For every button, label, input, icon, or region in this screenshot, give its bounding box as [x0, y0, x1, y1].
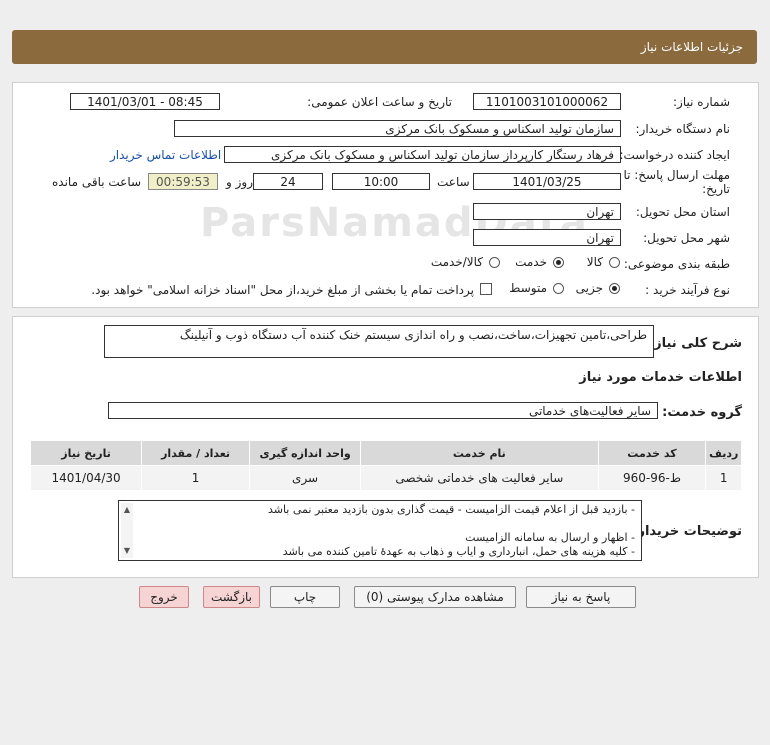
category-option-goods-service[interactable]: کالا/خدمت	[420, 255, 500, 271]
services-table: ردیف کد خدمت نام خدمت واحد اندازه گیری ت…	[29, 440, 742, 491]
col-unit-header: واحد اندازه گیری	[249, 440, 362, 466]
service-group-label: گروه خدمت:	[662, 405, 742, 420]
process-medium-radio[interactable]	[553, 283, 564, 294]
attachments-button[interactable]: مشاهده مدارک پیوستی (0)	[354, 586, 516, 608]
page-title: جزئیات اطلاعات نیاز	[640, 40, 743, 54]
category-goods-service-label: کالا/خدمت	[430, 255, 483, 269]
announce-field: 1401/03/01 - 08:45	[70, 93, 220, 110]
deadline-time-field: 10:00	[332, 173, 430, 190]
process-minor-radio[interactable]	[609, 283, 620, 294]
category-goods-radio[interactable]	[609, 257, 620, 268]
note-line-1: - بازدید قبل از اعلام قیمت الزامیست - قی…	[267, 503, 635, 516]
category-goods-label: کالا	[586, 255, 603, 269]
scroll-up-icon[interactable]: ▲	[121, 503, 133, 517]
deadline-label: مهلت ارسال پاسخ: تا	[623, 168, 730, 182]
requester-label: ایجاد کننده درخواست:	[619, 148, 730, 162]
cell-date: 1401/04/30	[29, 465, 143, 491]
cell-unit: سری	[249, 465, 362, 491]
service-group-field: سایر فعالیت‌های خدماتی	[108, 402, 658, 419]
province-field: تهران	[473, 203, 621, 220]
scroll-down-icon[interactable]: ▼	[121, 544, 133, 558]
col-name-header: نام خدمت	[360, 440, 599, 466]
city-field: تهران	[473, 229, 621, 246]
category-service-label: خدمت	[515, 255, 547, 269]
cell-row: 1	[705, 465, 742, 491]
deadline-date-field: 1401/03/25	[473, 173, 621, 190]
category-option-service[interactable]: خدمت	[504, 255, 564, 271]
city-label: شهر محل تحویل:	[643, 231, 730, 245]
buyer-notes-label: توضیحات خریدار:	[632, 524, 742, 539]
process-medium-label: متوسط	[509, 281, 547, 295]
general-info-panel	[12, 82, 759, 308]
services-heading: اطلاعات خدمات مورد نیاز	[579, 370, 742, 385]
buyer-org-field: سازمان تولید اسکناس و مسکوک بانک مرکزی	[174, 120, 621, 137]
category-goods-service-radio[interactable]	[489, 257, 500, 268]
print-button[interactable]: چاپ	[270, 586, 340, 608]
requester-field: فرهاد رستگار کارپرداز سازمان تولید اسکنا…	[224, 146, 621, 163]
cell-name: سایر فعالیت های خدماتی شخصی	[360, 465, 599, 491]
process-option-minor[interactable]: جزیی	[565, 281, 620, 297]
days-field: 24	[253, 173, 323, 190]
col-row-header: ردیف	[705, 440, 742, 466]
note-line-3: - کلیه هزینه های حمل، انبارداری و ایاب و…	[282, 545, 635, 558]
days-label: روز و	[226, 175, 253, 189]
process-label: نوع فرآیند خرید :	[645, 283, 730, 297]
deadline-date-label: تاریخ:	[702, 182, 730, 196]
category-option-goods[interactable]: کالا	[560, 255, 620, 271]
col-date-header: تاریخ نیاز	[29, 440, 143, 466]
province-label: استان محل تحویل:	[635, 205, 730, 219]
col-qty-header: تعداد / مقدار	[141, 440, 251, 466]
remaining-label: ساعت باقی مانده	[52, 175, 142, 189]
cell-qty: 1	[141, 465, 251, 491]
summary-field: طراحی،تامین تجهیزات،ساخت،نصب و راه انداز…	[104, 325, 654, 358]
category-service-radio[interactable]	[553, 257, 564, 268]
table-header-row: ردیف کد خدمت نام خدمت واحد اندازه گیری ت…	[29, 440, 742, 466]
remaining-timer: 00:59:53	[148, 173, 218, 190]
cell-code: ط-96-960	[597, 465, 707, 491]
col-code-header: کد خدمت	[597, 440, 707, 466]
exit-button[interactable]: خروج	[139, 586, 189, 608]
need-number-field: 1101003101000062	[473, 93, 621, 110]
treasury-note: پرداخت تمام یا بخشی از مبلغ خرید،از محل …	[91, 283, 474, 297]
category-label: طبقه بندی موضوعی:	[623, 257, 730, 271]
page-header: جزئیات اطلاعات نیاز	[12, 30, 757, 64]
note-line-2: - اظهار و ارسال به سامانه الزامیست	[465, 531, 635, 544]
reply-button[interactable]: پاسخ به نیاز	[526, 586, 636, 608]
summary-label: شرح کلی نیاز:	[648, 336, 742, 351]
table-row: 1 ط-96-960 سایر فعالیت های خدماتی شخصی س…	[29, 465, 742, 491]
treasury-checkbox[interactable]	[480, 283, 492, 295]
notes-scrollbar[interactable]: ▲ ▼	[121, 503, 133, 558]
announce-label: تاریخ و ساعت اعلان عمومی:	[307, 95, 452, 109]
process-option-medium[interactable]: متوسط	[499, 281, 564, 297]
process-minor-label: جزیی	[575, 281, 603, 295]
buyer-notes-box[interactable]: - بازدید قبل از اعلام قیمت الزامیست - قی…	[118, 500, 642, 561]
deadline-time-label: ساعت	[437, 175, 470, 189]
back-button[interactable]: بازگشت	[203, 586, 260, 608]
buyer-org-label: نام دستگاه خریدار:	[635, 122, 731, 136]
buyer-contact-link[interactable]: اطلاعات تماس خریدار	[110, 148, 221, 162]
need-number-label: شماره نیاز:	[673, 95, 730, 109]
